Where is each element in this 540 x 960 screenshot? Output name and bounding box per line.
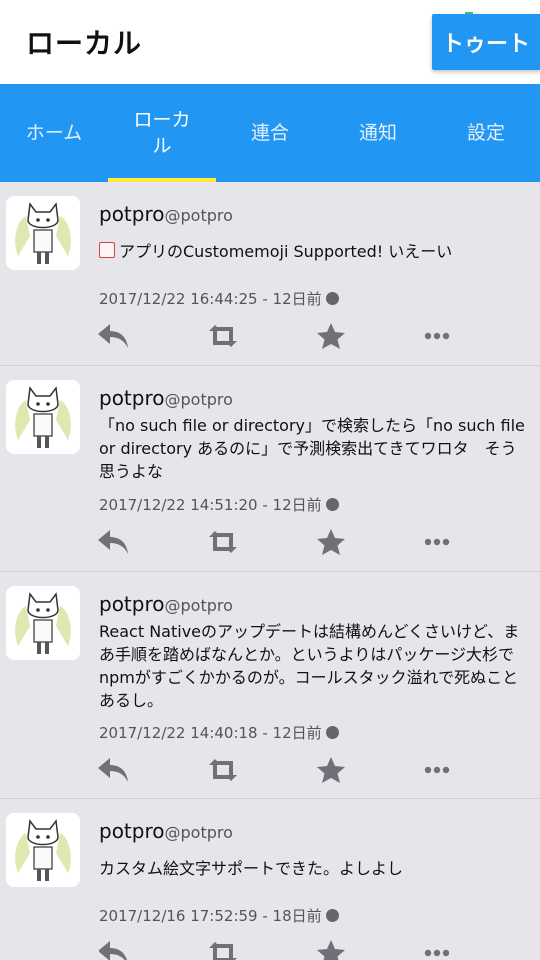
post-timestamp: 2017/12/22 16:44:25 - 12日前 xyxy=(99,290,322,308)
post-item[interactable]: potpro@potpro アプリのCustomemoji Supported!… xyxy=(0,182,540,366)
post-item[interactable]: potpro@potpro React Nativeのアップデートは結構めんどく… xyxy=(0,572,540,799)
post-actions xyxy=(98,752,450,788)
author-name: potpro xyxy=(99,386,165,410)
post-item[interactable]: potpro@potpro カスタム絵文字サポートできた。よしよし 2017/1… xyxy=(0,799,540,960)
tab-federated-label: 連合 xyxy=(250,122,289,144)
author-name: potpro xyxy=(99,819,165,843)
post-author[interactable]: potpro@potpro xyxy=(99,202,233,226)
avatar-image xyxy=(6,586,80,660)
reply-icon xyxy=(98,324,128,348)
post-content: アプリのCustomemoji Supported! いえーい xyxy=(99,240,529,263)
globe-icon xyxy=(325,292,339,305)
post-actions xyxy=(98,524,450,560)
post-content: 「no such file or directory」で検索したら「no suc… xyxy=(99,414,529,483)
avatar[interactable] xyxy=(6,586,80,660)
boost-icon xyxy=(209,531,237,553)
author-handle: @potpro xyxy=(164,596,233,615)
reply-button[interactable] xyxy=(93,524,133,560)
avatar[interactable] xyxy=(6,380,80,454)
tab-bar: ホーム ローカ ル 連合 通知 設定 xyxy=(0,84,540,182)
custom-emoji-icon xyxy=(99,242,115,258)
boost-button[interactable] xyxy=(203,318,243,354)
boost-button[interactable] xyxy=(203,752,243,788)
page-title: ローカル xyxy=(26,27,143,60)
globe-icon xyxy=(325,498,339,511)
globe-icon xyxy=(325,726,339,739)
reply-button[interactable] xyxy=(99,935,133,960)
more-button[interactable] xyxy=(417,318,457,354)
tab-local[interactable]: ローカ ル xyxy=(108,84,216,182)
post-text: アプリのCustomemoji Supported! いえーい xyxy=(119,242,453,261)
reply-button[interactable] xyxy=(93,318,133,354)
reply-button[interactable] xyxy=(93,752,133,788)
tab-home[interactable]: ホーム xyxy=(0,84,108,182)
post-meta: 2017/12/22 14:51:20 - 12日前 xyxy=(99,494,339,515)
boost-button[interactable] xyxy=(203,524,243,560)
avatar-image xyxy=(6,813,80,887)
tab-notifications-label: 通知 xyxy=(358,122,397,144)
author-handle: @potpro xyxy=(164,823,233,842)
more-button[interactable] xyxy=(417,752,457,788)
avatar[interactable] xyxy=(6,196,80,270)
tab-settings-label: 設定 xyxy=(466,122,505,144)
author-name: potpro xyxy=(99,592,165,616)
tab-federated[interactable]: 連合 xyxy=(216,84,324,182)
avatar-image xyxy=(6,380,80,454)
post-item[interactable]: potpro@potpro 「no such file or directory… xyxy=(0,366,540,572)
author-handle: @potpro xyxy=(164,390,233,409)
favourite-button[interactable] xyxy=(311,935,351,960)
post-actions xyxy=(98,318,450,354)
tab-home-label: ホーム xyxy=(25,122,83,144)
boost-icon xyxy=(209,942,237,960)
author-name: potpro xyxy=(99,202,165,226)
star-icon xyxy=(317,940,345,960)
post-content: カスタム絵文字サポートできた。よしよし xyxy=(99,857,529,880)
post-actions xyxy=(99,935,449,960)
favourite-button[interactable] xyxy=(311,752,351,788)
post-author[interactable]: potpro@potpro xyxy=(99,386,233,410)
app-header: ローカル d 14% トゥート xyxy=(0,0,540,84)
favourite-button[interactable] xyxy=(311,318,351,354)
boost-icon xyxy=(209,759,237,781)
post-meta: 2017/12/22 16:44:25 - 12日前 xyxy=(99,288,339,309)
star-icon xyxy=(317,323,345,349)
more-icon xyxy=(424,332,450,340)
boost-button[interactable] xyxy=(203,935,243,960)
more-button[interactable] xyxy=(417,524,457,560)
reply-icon xyxy=(98,530,128,554)
post-text: 「no such file or directory」で検索したら「no suc… xyxy=(99,416,525,481)
star-icon xyxy=(317,757,345,783)
boost-icon xyxy=(209,325,237,347)
author-handle: @potpro xyxy=(164,206,233,225)
post-timestamp: 2017/12/22 14:51:20 - 12日前 xyxy=(99,496,322,514)
post-content: React Nativeのアップデートは結構めんどくさいけど、まあ手順を踏めばな… xyxy=(99,620,529,712)
more-button[interactable] xyxy=(417,935,449,960)
avatar[interactable] xyxy=(6,813,80,887)
tab-local-label: ローカ ル xyxy=(133,109,191,157)
post-meta: 2017/12/22 14:40:18 - 12日前 xyxy=(99,722,339,743)
toot-button[interactable]: トゥート xyxy=(432,14,540,70)
more-icon xyxy=(424,766,450,774)
post-timestamp: 2017/12/22 14:40:18 - 12日前 xyxy=(99,724,322,742)
avatar-image xyxy=(6,196,80,270)
post-author[interactable]: potpro@potpro xyxy=(99,592,233,616)
post-author[interactable]: potpro@potpro xyxy=(99,819,233,843)
tab-notifications[interactable]: 通知 xyxy=(324,84,432,182)
post-meta: 2017/12/16 17:52:59 - 18日前 xyxy=(99,905,339,926)
tab-settings[interactable]: 設定 xyxy=(432,84,540,182)
reply-icon xyxy=(99,941,127,960)
post-text: React Nativeのアップデートは結構めんどくさいけど、まあ手順を踏めばな… xyxy=(99,622,520,710)
favourite-button[interactable] xyxy=(311,524,351,560)
timeline-feed[interactable]: potpro@potpro アプリのCustomemoji Supported!… xyxy=(0,182,540,960)
more-icon xyxy=(424,949,449,957)
post-timestamp: 2017/12/16 17:52:59 - 18日前 xyxy=(99,907,322,925)
globe-icon xyxy=(325,909,339,922)
star-icon xyxy=(317,529,345,555)
post-text: カスタム絵文字サポートできた。よしよし xyxy=(99,859,404,878)
reply-icon xyxy=(98,758,128,782)
more-icon xyxy=(424,538,450,546)
